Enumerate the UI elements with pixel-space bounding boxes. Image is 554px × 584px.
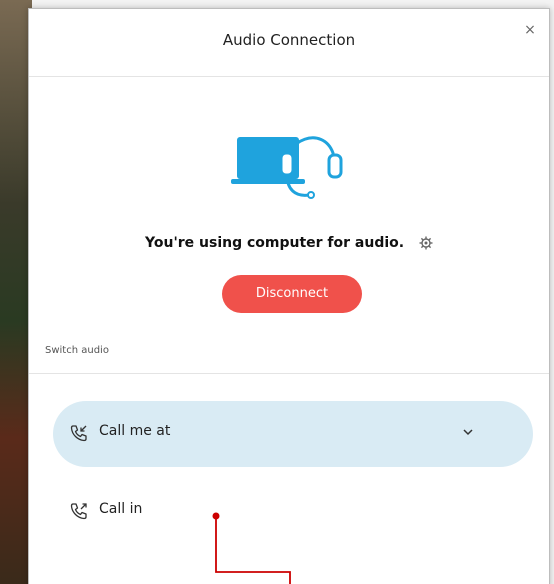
computer-headset-illustration: [231, 136, 343, 199]
switch-audio-label: Switch audio: [45, 345, 109, 356]
section-divider: [29, 373, 549, 374]
screenshot-stage: Audio Connection × You're using computer…: [0, 0, 554, 584]
call-in-option[interactable]: Call in: [53, 479, 533, 545]
audio-status-text: You're using computer for audio.: [145, 235, 405, 251]
gear-icon[interactable]: [419, 236, 433, 250]
call-me-at-option[interactable]: Call me at: [53, 401, 533, 467]
disconnect-button[interactable]: Disconnect: [222, 275, 362, 313]
audio-status: You're using computer for audio.: [29, 235, 549, 251]
dialog-header: Audio Connection ×: [29, 9, 549, 77]
phone-incoming-icon: [70, 425, 87, 442]
audio-connection-dialog: Audio Connection × You're using computer…: [28, 8, 550, 584]
call-me-at-label: Call me at: [99, 423, 171, 439]
close-icon[interactable]: ×: [521, 21, 539, 39]
dialog-title: Audio Connection: [222, 31, 356, 49]
chevron-down-icon[interactable]: [461, 425, 475, 439]
phone-outgoing-icon: [70, 503, 87, 520]
call-in-label: Call in: [99, 501, 143, 517]
